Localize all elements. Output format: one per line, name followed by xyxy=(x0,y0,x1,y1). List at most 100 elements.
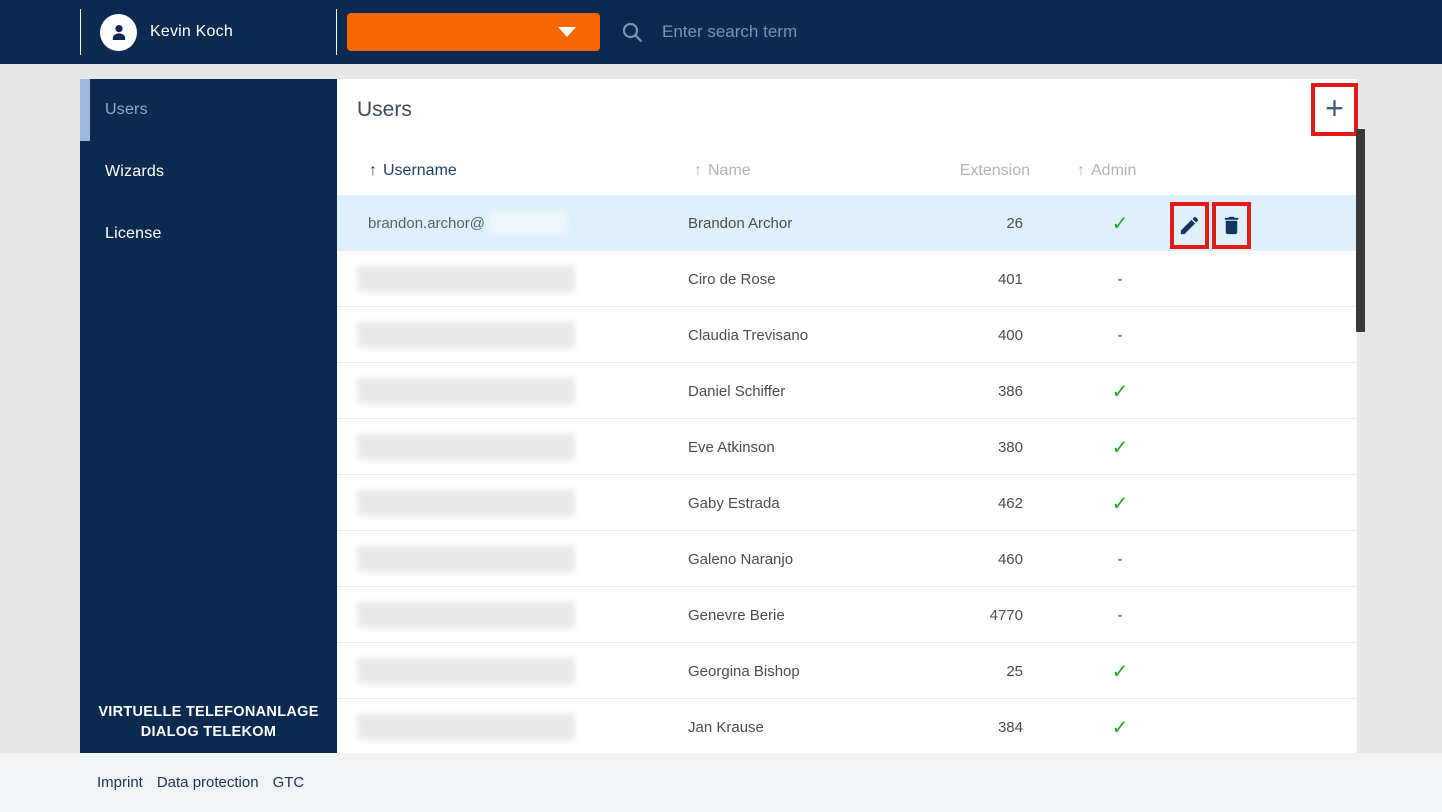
cell-username xyxy=(357,587,677,643)
topbar-divider xyxy=(80,9,81,55)
cell-extension: 400 xyxy=(897,307,1023,363)
redacted-username xyxy=(357,378,575,404)
cell-username: brandon.archor@ xyxy=(357,195,677,251)
column-header-extension: Extension xyxy=(877,162,1030,180)
admin-check-icon: ✓ xyxy=(1112,715,1129,740)
sidebar-item-users[interactable]: Users xyxy=(80,79,337,141)
table-row[interactable]: Gaby Estrada462 ✓ xyxy=(337,475,1357,531)
cell-extension: 4770 xyxy=(897,587,1023,643)
cell-admin: ✓ xyxy=(1080,643,1160,699)
cell-name: Ciro de Rose xyxy=(688,251,888,307)
cell-extension: 384 xyxy=(897,699,1023,755)
username-text: brandon.archor@ xyxy=(368,215,485,232)
sidebar-item-license[interactable]: License xyxy=(80,203,337,265)
cell-admin: - xyxy=(1080,531,1160,587)
footer-link-gtc[interactable]: GTC xyxy=(273,774,305,791)
sidebar-item-label: Users xyxy=(105,101,148,119)
admin-check-icon: ✓ xyxy=(1112,435,1129,460)
sidebar-item-wizards[interactable]: Wizards xyxy=(80,141,337,203)
redacted-username xyxy=(357,658,575,684)
admin-dash: - xyxy=(1118,271,1123,288)
cell-username xyxy=(357,531,677,587)
admin-dash: - xyxy=(1118,551,1123,568)
vertical-scrollbar-thumb[interactable] xyxy=(1356,129,1365,332)
redacted-username xyxy=(488,212,568,234)
cell-extension: 462 xyxy=(897,475,1023,531)
table-row[interactable]: Genevre Berie4770 - xyxy=(337,587,1357,643)
cell-extension: 26 xyxy=(897,195,1023,251)
column-header-admin[interactable]: ↑ Admin xyxy=(1077,162,1136,180)
table-row[interactable]: Georgina Bishop25✓ xyxy=(337,643,1357,699)
cell-admin: ✓ xyxy=(1080,195,1160,251)
table-row[interactable]: brandon.archor@ Brandon Archor26 ✓ xyxy=(337,195,1357,251)
sort-arrow-icon: ↑ xyxy=(1077,162,1085,179)
add-user-annotation-box: + xyxy=(1311,83,1358,136)
cell-username xyxy=(357,699,677,755)
redacted-username xyxy=(357,434,575,460)
column-label: Name xyxy=(708,162,751,179)
column-label: Admin xyxy=(1091,162,1136,179)
sidebar: Users Wizards License VIRTUELLE TELEFONA… xyxy=(80,79,337,753)
brand-line-2: DIALOG TELEKOM xyxy=(80,722,337,742)
page-title: Users xyxy=(357,98,412,122)
cell-name: Daniel Schiffer xyxy=(688,363,888,419)
delete-user-button[interactable] xyxy=(1219,213,1245,239)
cell-admin: - xyxy=(1080,587,1160,643)
redacted-username xyxy=(357,546,575,572)
table-row[interactable]: Galeno Naranjo460 - xyxy=(337,531,1357,587)
sidebar-brand: VIRTUELLE TELEFONANLAGE DIALOG TELEKOM xyxy=(80,702,337,742)
column-label: Extension xyxy=(960,162,1030,179)
add-user-button[interactable]: + xyxy=(1325,92,1344,128)
admin-dash: - xyxy=(1118,607,1123,624)
table-row[interactable]: Daniel Schiffer386 ✓ xyxy=(337,363,1357,419)
cell-admin: ✓ xyxy=(1080,699,1160,755)
redacted-username xyxy=(357,602,575,628)
topbar-divider xyxy=(336,9,337,55)
cell-username xyxy=(357,307,677,363)
cell-name: Jan Krause xyxy=(688,699,888,755)
brand-line-1: VIRTUELLE TELEFONANLAGE xyxy=(80,702,337,722)
cell-extension: 401 xyxy=(897,251,1023,307)
trash-icon xyxy=(1220,214,1243,237)
table-body: brandon.archor@Brandon Archor26✓Ciro de … xyxy=(337,195,1357,755)
user-avatar-icon xyxy=(100,14,137,51)
footer-link-data-protection[interactable]: Data protection xyxy=(157,774,259,791)
footer-link-imprint[interactable]: Imprint xyxy=(97,774,143,791)
column-header-username[interactable]: ↑Username xyxy=(369,162,457,180)
cell-admin: ✓ xyxy=(1080,475,1160,531)
active-item-indicator xyxy=(80,79,90,141)
table-row[interactable]: Jan Krause384 ✓ xyxy=(337,699,1357,755)
redacted-username xyxy=(357,322,575,348)
cell-name: Galeno Naranjo xyxy=(688,531,888,587)
table-row[interactable]: Ciro de Rose401 - xyxy=(337,251,1357,307)
cell-extension: 460 xyxy=(897,531,1023,587)
search-input[interactable] xyxy=(662,16,1082,48)
user-menu[interactable]: Kevin Koch xyxy=(100,0,233,64)
redacted-username xyxy=(357,714,575,740)
cell-username xyxy=(357,643,677,699)
delete-user-button-annotation-box xyxy=(1212,202,1251,249)
cell-admin: ✓ xyxy=(1080,419,1160,475)
cell-extension: 386 xyxy=(897,363,1023,419)
topbar-user-name: Kevin Koch xyxy=(150,23,233,41)
edit-user-button[interactable] xyxy=(1177,213,1203,239)
cell-name: Brandon Archor xyxy=(688,195,888,251)
chevron-down-icon xyxy=(558,27,576,37)
cell-username xyxy=(357,251,677,307)
sort-arrow-icon: ↑ xyxy=(694,162,702,179)
sidebar-item-label: Wizards xyxy=(105,163,164,181)
cell-name: Genevre Berie xyxy=(688,587,888,643)
cell-admin: - xyxy=(1080,307,1160,363)
redacted-username xyxy=(357,490,575,516)
table-row[interactable]: Claudia Trevisano400- xyxy=(337,307,1357,363)
table-row[interactable]: Eve Atkinson380✓ xyxy=(337,419,1357,475)
search-icon[interactable] xyxy=(620,20,644,44)
account-dropdown-button[interactable] xyxy=(347,13,600,51)
redacted-username xyxy=(357,266,575,292)
cell-extension: 25 xyxy=(897,643,1023,699)
admin-check-icon: ✓ xyxy=(1112,379,1129,404)
admin-dash: - xyxy=(1118,327,1123,344)
cell-name: Gaby Estrada xyxy=(688,475,888,531)
cell-admin: ✓ xyxy=(1080,363,1160,419)
column-header-name[interactable]: ↑ Name xyxy=(694,162,751,180)
